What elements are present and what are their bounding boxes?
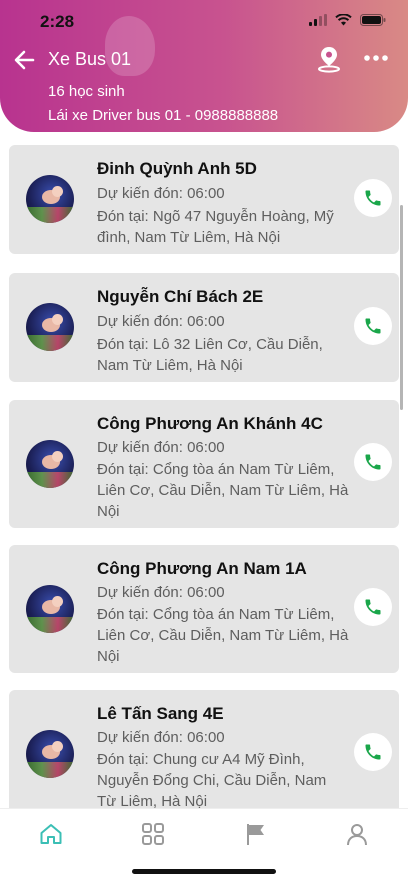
call-button[interactable] [354, 443, 392, 481]
phone-icon [365, 454, 381, 470]
back-arrow-icon[interactable] [12, 47, 38, 73]
location-pin-icon[interactable] [316, 45, 342, 73]
pickup-place: Đón tại: Cổng tòa án Nam Từ Liêm, Liên C… [97, 461, 349, 520]
call-button[interactable] [354, 307, 392, 345]
pickup-time: Dự kiến đón: 06:00 [97, 439, 225, 456]
pickup-time: Dự kiến đón: 06:00 [97, 313, 225, 330]
wifi-icon [335, 14, 352, 26]
signal-icon [309, 14, 327, 26]
app-header: 2:28 Xe Bus 01 16 học sinh Lái xe Driver… [0, 0, 408, 132]
student-avatar [26, 730, 74, 778]
pickup-place: Đón tại: Lô 32 Liên Cơ, Cầu Diễn, Nam Từ… [97, 336, 323, 374]
status-time: 2:28 [40, 12, 75, 31]
student-avatar [26, 303, 74, 351]
pickup-time: Dự kiến đón: 06:00 [97, 185, 225, 202]
pickup-place: Đón tại: Chung cư A4 Mỹ Đình, Nguyễn Đổn… [97, 751, 327, 808]
student-card[interactable]: Lê Tấn Sang 4E Dự kiến đón: 06:00 Đón tạ… [9, 690, 399, 808]
phone-icon [365, 599, 381, 615]
pickup-place: Đón tại: Cổng tòa án Nam Từ Liêm, Liên C… [97, 606, 349, 665]
student-name: Công Phương An Khánh 4C [97, 414, 323, 433]
pickup-time: Dự kiến đón: 06:00 [97, 729, 225, 746]
scroll-indicator[interactable] [400, 205, 403, 410]
pickup-time: Dự kiến đón: 06:00 [97, 584, 225, 601]
student-card[interactable]: Đinh Quỳnh Anh 5D Dự kiến đón: 06:00 Đón… [9, 145, 399, 254]
student-avatar [26, 440, 74, 488]
student-name: Lê Tấn Sang 4E [97, 704, 224, 723]
student-card[interactable]: Công Phương An Nam 1A Dự kiến đón: 06:00… [9, 545, 399, 673]
call-button[interactable] [354, 179, 392, 217]
grid-icon[interactable] [140, 821, 166, 847]
page-title: Xe Bus 01 [48, 49, 132, 69]
student-avatar [26, 585, 74, 633]
student-count: 16 học sinh [48, 83, 125, 100]
profile-icon[interactable] [344, 821, 370, 847]
call-button[interactable] [354, 588, 392, 626]
phone-icon [365, 190, 381, 206]
student-list[interactable]: Đinh Quỳnh Anh 5D Dự kiến đón: 06:00 Đón… [0, 132, 408, 808]
driver-info: Lái xe Driver bus 01 - 0988888888 [48, 107, 279, 124]
student-name: Nguyễn Chí Bách 2E [97, 287, 264, 306]
student-card[interactable]: Nguyễn Chí Bách 2E Dự kiến đón: 06:00 Đó… [9, 273, 399, 382]
status-bar: 2:28 [0, 0, 408, 44]
phone-icon [365, 744, 381, 760]
student-name: Đinh Quỳnh Anh 5D [97, 159, 257, 178]
call-button[interactable] [354, 733, 392, 771]
pickup-place: Đón tại: Ngõ 47 Nguyễn Hoàng, Mỹ đình, N… [97, 208, 334, 246]
home-icon[interactable] [38, 821, 64, 847]
status-icons [309, 14, 386, 26]
more-options-icon[interactable] [362, 48, 390, 68]
phone-icon [365, 318, 381, 334]
student-name: Công Phương An Nam 1A [97, 559, 307, 578]
flag-icon[interactable] [243, 821, 269, 847]
student-card[interactable]: Công Phương An Khánh 4C Dự kiến đón: 06:… [9, 400, 399, 528]
home-indicator [132, 869, 276, 874]
battery-icon [360, 14, 386, 26]
student-avatar [26, 175, 74, 223]
